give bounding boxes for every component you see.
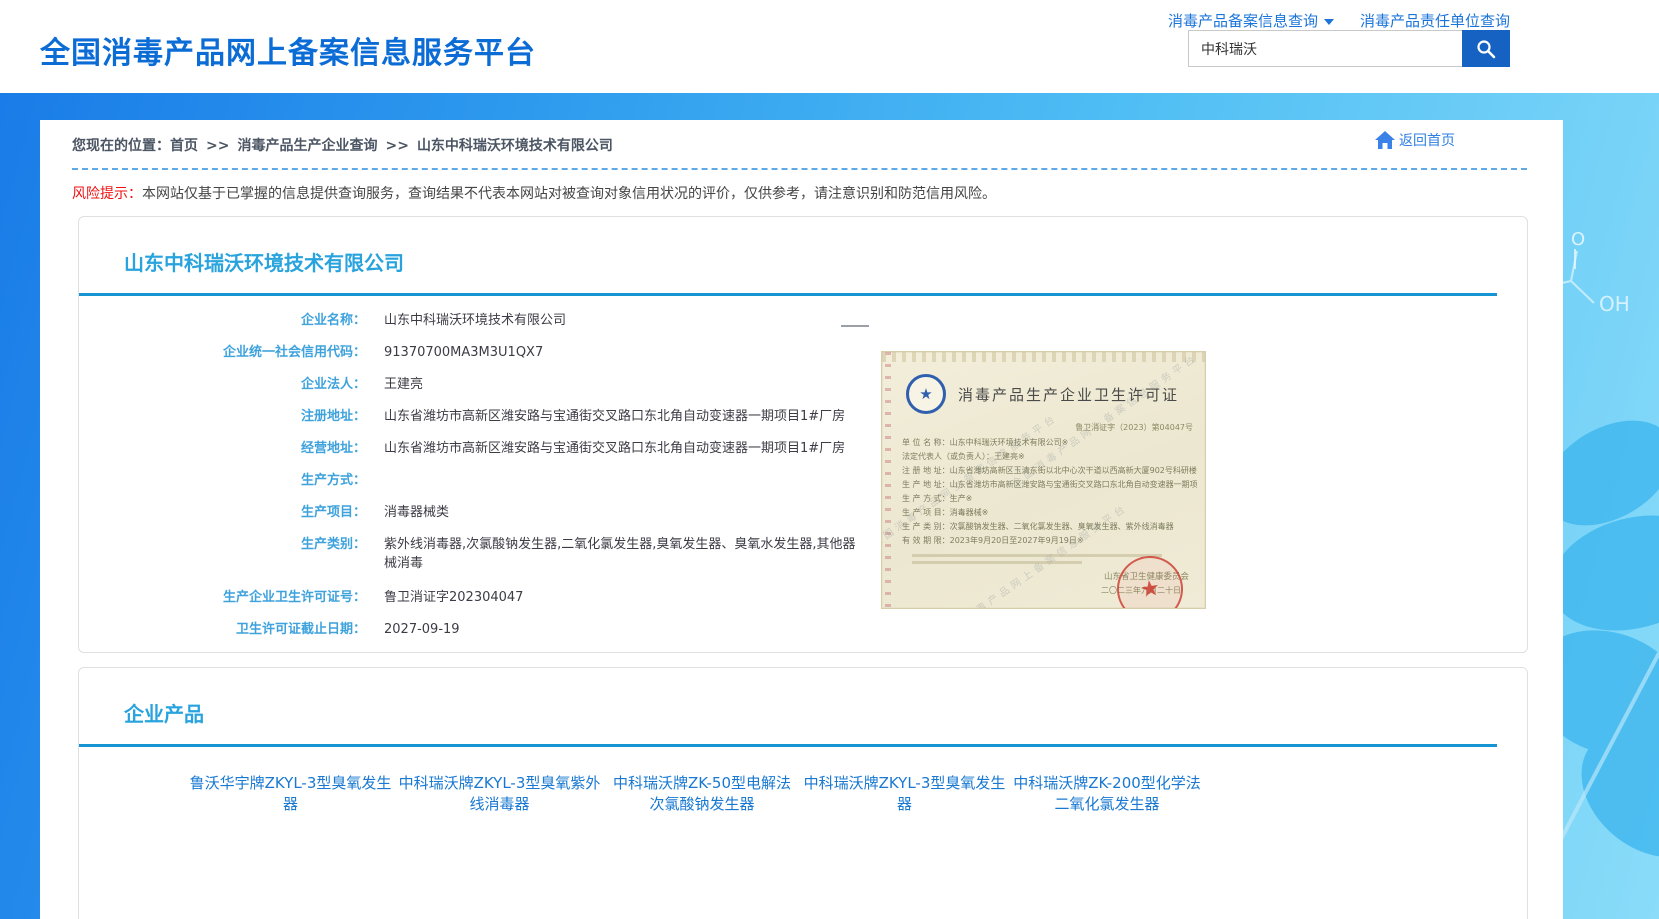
cert-perforation bbox=[885, 352, 891, 608]
cert-line: 生 产 项 目：消毒器械※ bbox=[902, 506, 1197, 520]
field-label: 企业法人： bbox=[79, 377, 366, 392]
product-link[interactable]: 中科瑞沃牌ZK-200型化学法二氧化氯发生器 bbox=[1011, 773, 1203, 815]
svg-text:OH: OH bbox=[1599, 292, 1630, 316]
breadcrumb-separator: >> bbox=[385, 138, 408, 154]
page-header: 全国消毒产品网上备案信息服务平台 消毒产品备案信息查询 消毒产品责任单位查询 bbox=[0, 0, 1659, 93]
cert-title: 消毒产品生产企业卫生许可证 bbox=[958, 384, 1179, 405]
nav-record-info-query[interactable]: 消毒产品备案信息查询 bbox=[1168, 10, 1334, 31]
hygiene-license-certificate-image: 全国消毒产品网上备案信息服务平台 全国消毒产品网上备案信息服务平台 全国消毒产品… bbox=[881, 351, 1206, 609]
field-label: 经营地址： bbox=[79, 441, 366, 456]
field-value: 鲁卫消证字202304047 bbox=[384, 590, 523, 605]
field-label: 生产项目： bbox=[79, 505, 366, 520]
field-value: 山东省潍坊市高新区潍安路与宝通街交叉路口东北角自动变速器一期项目1#厂房 bbox=[384, 441, 845, 456]
field-value: 山东省潍坊市高新区潍安路与宝通街交叉路口东北角自动变速器一期项目1#厂房 bbox=[384, 409, 845, 424]
field-row-business-address: 经营地址： 山东省潍坊市高新区潍安路与宝通街交叉路口东北角自动变速器一期项目1#… bbox=[79, 441, 1527, 456]
breadcrumb-prefix: 您现在的位置： bbox=[72, 138, 170, 154]
field-row-production-method: 生产方式： bbox=[79, 473, 1527, 488]
cert-border-ornament bbox=[882, 352, 1205, 362]
product-link[interactable]: 中科瑞沃牌ZKYL-3型臭氧发生器 bbox=[802, 773, 1007, 815]
risk-warning-text: 本网站仅基于已掌握的信息提供查询服务，查询结果不代表本网站对被查询对象信用状况的… bbox=[142, 186, 996, 202]
field-label: 企业名称： bbox=[79, 313, 366, 328]
top-nav: 消毒产品备案信息查询 消毒产品责任单位查询 bbox=[1168, 10, 1510, 31]
field-row-production-project: 生产项目： 消毒器械类 bbox=[79, 505, 1527, 520]
field-label: 卫生许可证截止日期： bbox=[79, 622, 366, 637]
field-label: 注册地址： bbox=[79, 409, 366, 424]
title-underline bbox=[79, 744, 1497, 747]
svg-text:O: O bbox=[1571, 229, 1585, 250]
home-icon bbox=[1374, 130, 1396, 150]
site-title: 全国消毒产品网上备案信息服务平台 bbox=[40, 28, 536, 72]
dashed-divider bbox=[72, 168, 1527, 170]
products-title: 企业产品 bbox=[79, 668, 1527, 727]
main-container: 您现在的位置：首页 >> 消毒产品生产企业查询 >> 山东中科瑞沃环境技术有限公司 返回… bbox=[40, 120, 1563, 919]
field-row-production-category: 生产类别： 紫外线消毒器,次氯酸钠发生器,二氧化氯发生器,臭氧发生器、臭氧水发生… bbox=[79, 537, 1527, 573]
cert-line: 注 册 地 址：山东省潍坊高新区玉清东街以北中心次干道以西高新大厦902号科研楼 bbox=[902, 464, 1197, 478]
nav-record-info-query-label: 消毒产品备案信息查询 bbox=[1168, 10, 1318, 31]
field-row-license-number: 生产企业卫生许可证号： 鲁卫消证字202304047 bbox=[79, 590, 1527, 605]
field-label: 生产方式： bbox=[79, 473, 366, 488]
cert-line: 生 产 地 址：山东省潍坊市高新区潍安路与宝通街交叉路口东北角自动变速器一期项目… bbox=[902, 478, 1197, 492]
field-row-name: 企业名称： 山东中科瑞沃环境技术有限公司 bbox=[79, 313, 1527, 328]
search-bar bbox=[1188, 30, 1510, 67]
field-value: 91370700MA3M3U1QX7 bbox=[384, 345, 543, 360]
cert-body: 单 位 名 称：山东中科瑞沃环境技术有限公司※ 法定代表人（或负责人）：王建亮※… bbox=[902, 436, 1197, 548]
field-value: 消毒器械类 bbox=[384, 505, 449, 520]
product-link[interactable]: 中科瑞沃牌ZK-50型电解法次氯酸钠发生器 bbox=[606, 773, 798, 815]
company-title: 山东中科瑞沃环境技术有限公司 bbox=[79, 217, 1527, 276]
back-home-label: 返回首页 bbox=[1399, 130, 1455, 150]
product-link[interactable]: 鲁沃华宇牌ZKYL-3型臭氧发生器 bbox=[188, 773, 393, 815]
field-value: 山东中科瑞沃环境技术有限公司 bbox=[384, 313, 566, 328]
field-row-registered-address: 注册地址： 山东省潍坊市高新区潍安路与宝通街交叉路口东北角自动变速器一期项目1#… bbox=[79, 409, 1527, 424]
field-value: 王建亮 bbox=[384, 377, 423, 392]
field-value: 紫外线消毒器,次氯酸钠发生器,二氧化氯发生器,臭氧发生器、臭氧水发生器,其他器械… bbox=[384, 535, 864, 573]
field-label: 企业统一社会信用代码： bbox=[79, 345, 366, 360]
risk-warning: 风险提示：本网站仅基于已掌握的信息提供查询服务，查询结果不代表本网站对被查询对象… bbox=[72, 183, 1527, 203]
company-fields: 企业名称： 山东中科瑞沃环境技术有限公司 企业统一社会信用代码： 9137070… bbox=[79, 313, 1527, 637]
field-value: 2027-09-19 bbox=[384, 622, 460, 637]
nav-responsible-unit-query-label: 消毒产品责任单位查询 bbox=[1360, 10, 1510, 31]
breadcrumb-home-link[interactable]: 首页 bbox=[170, 138, 198, 154]
breadcrumb-current: 山东中科瑞沃环境技术有限公司 bbox=[417, 138, 613, 154]
breadcrumb: 您现在的位置：首页 >> 消毒产品生产企业查询 >> 山东中科瑞沃环境技术有限公司 bbox=[72, 135, 613, 155]
product-link[interactable]: 中科瑞沃牌ZKYL-3型臭氧紫外线消毒器 bbox=[397, 773, 602, 815]
search-icon bbox=[1475, 38, 1497, 60]
back-home-link[interactable]: 返回首页 bbox=[1374, 130, 1455, 150]
product-list: 鲁沃华宇牌ZKYL-3型臭氧发生器 中科瑞沃牌ZKYL-3型臭氧紫外线消毒器 中… bbox=[186, 773, 1426, 829]
cert-line: 生 产 类 别：次氯酸钠发生器、二氧化氯发生器、臭氧发生器、紫外线消毒器 bbox=[902, 520, 1197, 534]
cert-number: 鲁卫消证字（2023）第04047号 bbox=[1075, 422, 1193, 433]
title-underline bbox=[79, 293, 1497, 296]
breadcrumb-level2-link[interactable]: 消毒产品生产企业查询 bbox=[237, 138, 377, 154]
national-emblem-icon: ★ bbox=[906, 374, 946, 414]
field-row-legal-person: 企业法人： 王建亮 bbox=[79, 377, 1527, 392]
cert-line: 有 效 期 限：2023年9月20日至2027年9月19日※ bbox=[902, 534, 1197, 548]
search-button[interactable] bbox=[1462, 30, 1510, 67]
breadcrumb-separator: >> bbox=[206, 138, 229, 154]
company-info-card: 山东中科瑞沃环境技术有限公司 企业名称： 山东中科瑞沃环境技术有限公司 企业统一… bbox=[78, 216, 1528, 653]
risk-warning-label: 风险提示： bbox=[72, 186, 142, 202]
field-label: 生产企业卫生许可证号： bbox=[79, 590, 366, 605]
field-row-license-expiry: 卫生许可证截止日期： 2027-09-19 bbox=[79, 622, 1527, 637]
field-label: 生产类别： bbox=[79, 537, 366, 573]
chevron-down-icon bbox=[1324, 19, 1334, 25]
cert-separator-dash bbox=[841, 325, 869, 327]
cert-header: ★ 消毒产品生产企业卫生许可证 bbox=[906, 374, 1179, 414]
search-input[interactable] bbox=[1188, 30, 1462, 67]
cert-line: 法定代表人（或负责人）：王建亮※ bbox=[902, 450, 1197, 464]
cert-line: 单 位 名 称：山东中科瑞沃环境技术有限公司※ bbox=[902, 436, 1197, 450]
nav-responsible-unit-query[interactable]: 消毒产品责任单位查询 bbox=[1360, 10, 1510, 31]
field-row-credit-code: 企业统一社会信用代码： 91370700MA3M3U1QX7 bbox=[79, 345, 1527, 360]
breadcrumb-row: 您现在的位置：首页 >> 消毒产品生产企业查询 >> 山东中科瑞沃环境技术有限公司 返回… bbox=[40, 120, 1563, 166]
company-products-card: 企业产品 鲁沃华宇牌ZKYL-3型臭氧发生器 中科瑞沃牌ZKYL-3型臭氧紫外线… bbox=[78, 667, 1528, 919]
cert-line: 生 产 方 式：生产※ bbox=[902, 492, 1197, 506]
